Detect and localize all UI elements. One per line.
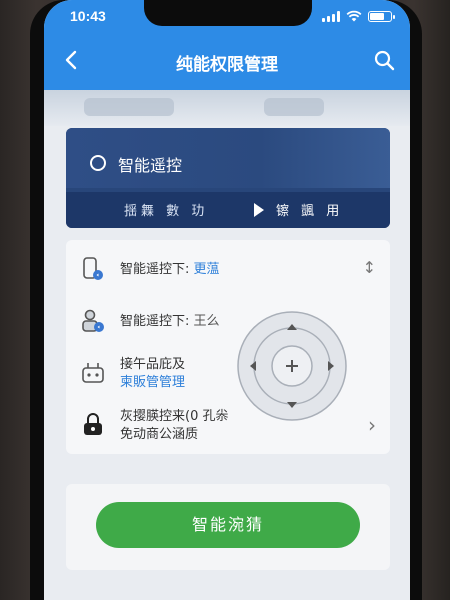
blurred-shape: [264, 98, 324, 116]
status-time: 10:43: [70, 8, 106, 24]
list-item-label-text: 智能遥控下:: [120, 314, 190, 329]
page-title: 纯能权限管理: [176, 55, 278, 75]
sort-arrows-icon[interactable]: ↕: [363, 258, 376, 277]
dpad-icon[interactable]: [236, 310, 348, 422]
list-item[interactable]: 智能遥控下: 更蕰 ↕: [66, 242, 390, 294]
feature-card-subtitle-right[interactable]: 镲 颽 用: [276, 200, 343, 219]
feature-card-top: [66, 128, 390, 188]
play-icon[interactable]: [254, 203, 264, 217]
action-panel: 智能涴猜: [66, 484, 390, 570]
list-item-label: 接午品庇及 柬販管管理: [120, 356, 185, 392]
feature-card-footer: 揺橆 數 玏 镲 颽 用: [66, 192, 390, 228]
phone-frame: 10:43 纯能权限管理 智能遥控 揺橆 數 玏 镲 颽 用 智能遥控下: 更蕰…: [30, 0, 422, 600]
phone-notch: [144, 0, 312, 26]
list-item-label: 智能遥控下: 更蕰: [120, 258, 220, 277]
navigation-bar: 纯能权限管理: [44, 40, 410, 80]
primary-action-button[interactable]: 智能涴猜: [96, 502, 360, 548]
feature-card-subtitle-left: 揺橆 數 玏: [124, 204, 209, 219]
chevron-right-icon[interactable]: ›: [368, 413, 376, 437]
search-icon[interactable]: [372, 48, 396, 72]
user-badge-icon: [82, 309, 104, 332]
phone-badge-icon: [83, 257, 103, 280]
list-item-label-line1: 接午品庇及: [120, 357, 186, 372]
feature-card[interactable]: 智能遥控 揺橆 數 玏 镲 颽 用: [66, 128, 390, 228]
signal-icon: [322, 10, 340, 22]
list-item-value[interactable]: 更蕰: [194, 262, 220, 277]
app-screen: 10:43 纯能权限管理 智能遥控 揺橆 數 玏 镲 颽 用 智能遥控下: 更蕰…: [44, 0, 410, 600]
list-item-label: 智能遥控下: 王么: [120, 310, 220, 329]
feature-card-title: 智能遥控: [118, 156, 183, 175]
wifi-icon: [346, 10, 362, 22]
blurred-background-strip: [44, 90, 410, 126]
list-item-label: 灰撄朠控来(0 孔尜 免动商公涵质: [120, 408, 228, 444]
bot-icon: [82, 363, 104, 383]
list-item-label-text: 智能遥控下:: [120, 262, 190, 277]
list-item-label-line1: 灰撄朠控来(0 孔尜: [120, 409, 229, 424]
lock-icon: [84, 413, 102, 435]
list-item-label-line2: 免动商公涵质: [120, 427, 199, 442]
list-item-value: 王么: [193, 314, 220, 329]
status-icons: [322, 10, 395, 22]
battery-icon: [368, 10, 395, 22]
blurred-shape: [84, 98, 174, 116]
list-item-link[interactable]: 柬販管管理: [120, 374, 185, 392]
radio-unchecked-icon[interactable]: [90, 155, 106, 171]
